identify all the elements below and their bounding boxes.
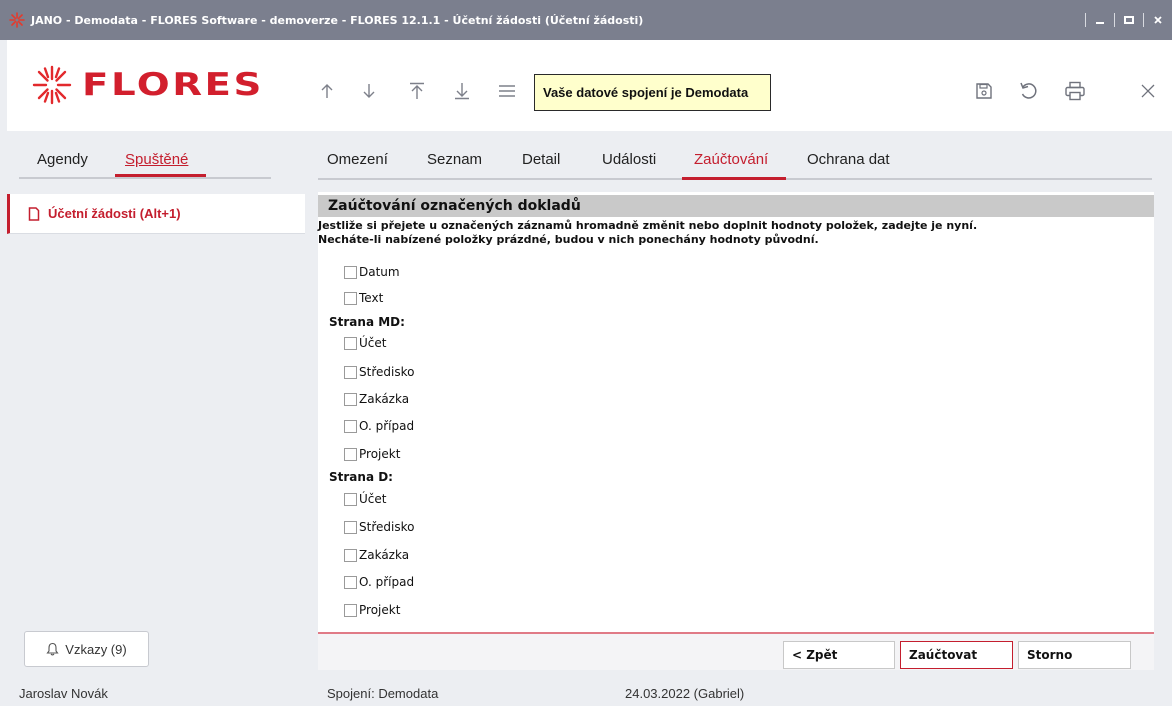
connection-notice: Vaše datové spojení je Demodata — [534, 74, 771, 111]
active-tab-indicator — [115, 174, 206, 177]
checkbox[interactable] — [344, 603, 357, 617]
status-user: Jaroslav Novák — [19, 686, 108, 701]
cancel-button[interactable]: Storno — [1018, 641, 1131, 669]
checkbox[interactable] — [344, 336, 357, 350]
app-header: FLORES Vaše datové spojení je Demodata — [7, 40, 1172, 131]
field-label: O. případ — [359, 575, 415, 589]
tab-detail[interactable]: Detail — [522, 151, 560, 168]
arrow-to-top-icon[interactable] — [406, 80, 428, 102]
document-icon — [28, 206, 40, 221]
field-label: Projekt — [359, 603, 401, 617]
field-d-stredisko[interactable]: Středisko — [344, 519, 414, 535]
tab-agendy[interactable]: Agendy — [37, 151, 88, 168]
logo-wordmark: FLORES — [82, 67, 264, 103]
window-controls — [1085, 9, 1172, 31]
field-md-zakazka[interactable]: Zakázka — [344, 391, 409, 407]
field-label: O. případ — [359, 419, 415, 433]
window-title: JANO - Demodata - FLORES Software - demo… — [31, 13, 644, 27]
menu-icon[interactable] — [496, 80, 518, 102]
flores-logo: FLORES — [32, 65, 262, 105]
bell-icon — [46, 642, 59, 656]
main-area: Omezení Seznam Detail Události Zaúčtován… — [305, 131, 1172, 680]
field-label: Zakázka — [359, 392, 410, 406]
post-button[interactable]: Zaúčtovat — [900, 641, 1013, 669]
posting-form: Zaúčtování označených dokladů Jestliže s… — [318, 192, 1154, 670]
group-d-label: Strana D: — [329, 470, 393, 484]
checkbox[interactable] — [344, 365, 357, 379]
info-text-2: Necháte-li nabízené položky prázdné, bud… — [318, 233, 819, 246]
group-md-label: Strana MD: — [329, 315, 405, 329]
sidebar: Agendy Spuštěné Účetní žádosti (Alt+1) V… — [7, 131, 305, 680]
status-connection: Spojení: Demodata — [327, 686, 439, 701]
print-icon[interactable] — [1064, 80, 1086, 102]
field-md-projekt[interactable]: Projekt — [344, 446, 400, 462]
undo-icon[interactable] — [1018, 80, 1040, 102]
checkbox[interactable] — [344, 291, 357, 305]
form-actions: < Zpět Zaúčtovat Storno — [318, 632, 1154, 670]
arrow-down-icon[interactable] — [358, 80, 380, 102]
field-label: Středisko — [359, 520, 415, 534]
save-icon[interactable] — [973, 80, 995, 102]
messages-button[interactable]: Vzkazy (9) — [24, 631, 149, 667]
active-tab-indicator — [682, 177, 786, 180]
checkbox[interactable] — [344, 492, 357, 506]
maximize-icon[interactable] — [1115, 9, 1143, 31]
checkbox[interactable] — [344, 392, 357, 406]
field-md-stredisko[interactable]: Středisko — [344, 364, 414, 380]
tab-seznam[interactable]: Seznam — [427, 151, 482, 168]
status-bar: Jaroslav Novák Spojení: Demodata 24.03.2… — [0, 680, 1172, 706]
field-md-ucet[interactable]: Účet — [344, 335, 386, 351]
window-frame-left — [0, 40, 7, 706]
back-button[interactable]: < Zpět — [783, 641, 895, 669]
field-label: Datum — [359, 265, 400, 279]
field-md-o-pripad[interactable]: O. případ — [344, 418, 414, 434]
arrow-to-bottom-icon[interactable] — [451, 80, 473, 102]
flores-logo-icon — [9, 12, 25, 28]
field-label: Středisko — [359, 365, 415, 379]
tab-spustene[interactable]: Spuštěné — [125, 151, 188, 168]
checkbox[interactable] — [344, 447, 357, 461]
field-datum[interactable]: Datum — [344, 264, 400, 280]
field-label: Účet — [359, 336, 387, 350]
field-d-ucet[interactable]: Účet — [344, 491, 386, 507]
messages-label: Vzkazy (9) — [65, 641, 127, 657]
section-title: Zaúčtování označených dokladů — [318, 195, 1154, 217]
field-label: Projekt — [359, 447, 401, 461]
flores-star-icon — [32, 65, 72, 105]
field-text[interactable]: Text — [344, 290, 383, 306]
minimize-icon[interactable] — [1086, 9, 1114, 31]
checkbox[interactable] — [344, 520, 357, 534]
tab-ochrana-dat[interactable]: Ochrana dat — [807, 151, 890, 168]
window-titlebar: JANO - Demodata - FLORES Software - demo… — [0, 0, 1172, 40]
tab-udalosti[interactable]: Události — [602, 151, 656, 168]
checkbox[interactable] — [344, 265, 357, 279]
tab-omezeni[interactable]: Omezení — [327, 151, 388, 168]
field-d-zakazka[interactable]: Zakázka — [344, 547, 409, 563]
field-label: Účet — [359, 492, 387, 506]
field-d-o-pripad[interactable]: O. případ — [344, 574, 414, 590]
checkbox[interactable] — [344, 548, 357, 562]
status-date: 24.03.2022 (Gabriel) — [625, 686, 745, 701]
info-text-1: Jestliže si přejete u označených záznamů… — [318, 219, 978, 232]
tab-zauctovani[interactable]: Zaúčtování — [694, 151, 768, 168]
field-label: Zakázka — [359, 548, 410, 562]
sidebar-item-label: Účetní žádosti (Alt+1) — [48, 206, 181, 221]
arrow-up-icon[interactable] — [316, 80, 338, 102]
checkbox[interactable] — [344, 575, 357, 589]
sidebar-item-ucetni-zadosti[interactable]: Účetní žádosti (Alt+1) — [7, 194, 305, 234]
close-icon[interactable] — [1137, 80, 1159, 102]
checkbox[interactable] — [344, 419, 357, 433]
field-d-projekt[interactable]: Projekt — [344, 602, 400, 618]
close-icon[interactable] — [1144, 9, 1172, 31]
field-label: Text — [359, 291, 384, 305]
